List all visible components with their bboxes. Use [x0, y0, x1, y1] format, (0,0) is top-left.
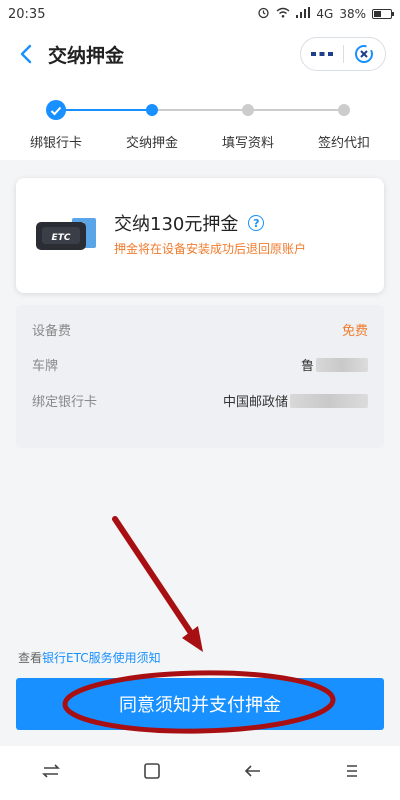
step-progress: 绑银行卡 交纳押金 填写资料 签约代扣	[0, 80, 400, 160]
nav-bar: 交纳押金	[0, 28, 400, 80]
etc-label: ETC	[52, 233, 71, 243]
masked-plate	[316, 357, 368, 372]
step-label: 绑银行卡	[29, 136, 82, 151]
back-icon[interactable]	[14, 42, 38, 66]
agree-and-pay-button[interactable]: 同意须知并支付押金	[16, 678, 384, 730]
step-label: 签约代扣	[317, 136, 370, 151]
detail-label: 绑定银行卡	[32, 395, 98, 410]
recent-apps-icon[interactable]	[41, 763, 61, 783]
close-mini-program-icon[interactable]	[344, 38, 386, 70]
signal-icon	[296, 7, 311, 21]
detail-label: 车牌	[32, 359, 59, 374]
wifi-icon	[276, 7, 290, 21]
battery-icon	[372, 9, 394, 19]
order-details: 设备费 免费 车牌 鲁 绑定银行卡 中国邮政储	[16, 305, 384, 448]
step-label: 交纳押金	[125, 136, 178, 151]
page-title: 交纳押金	[48, 44, 125, 67]
status-bar: 20:35 4G 38%	[0, 0, 400, 28]
detail-value: 免费	[341, 324, 368, 339]
detail-value: 鲁	[300, 359, 314, 374]
deposit-title: 交纳130元押金	[114, 214, 239, 235]
step-current-marker	[146, 104, 158, 116]
home-icon[interactable]	[143, 762, 161, 784]
detail-value: 中国邮政储	[222, 395, 288, 410]
mini-program-capsule	[300, 37, 386, 71]
agreement-prefix: 查看	[18, 651, 43, 665]
detail-row: 设备费 免费	[32, 320, 368, 339]
step-done-marker	[46, 100, 66, 120]
detail-label: 设备费	[32, 324, 72, 339]
deposit-note: 押金将在设备安装成功后退回原账户	[114, 242, 307, 256]
deposit-card: ETC 交纳130元押金 ? 押金将在设备安装成功后退回原账户	[16, 178, 384, 293]
step-pending-marker	[338, 104, 350, 116]
menu-icon[interactable]	[345, 763, 359, 783]
masked-card-number	[290, 393, 368, 408]
system-nav-bar	[0, 746, 400, 800]
detail-row: 车牌 鲁	[32, 355, 368, 374]
more-icon[interactable]	[301, 38, 343, 70]
check-icon	[50, 101, 62, 120]
step-pending-marker	[242, 104, 254, 116]
back-nav-icon[interactable]	[243, 763, 263, 783]
annotation-arrow	[112, 516, 203, 652]
etc-device-image: ETC	[36, 216, 98, 252]
agreement-link[interactable]: 银行ETC服务使用须知	[42, 651, 161, 665]
agreement-text: 查看银行ETC服务使用须知	[18, 649, 161, 666]
network-type: 4G	[316, 7, 334, 21]
alarm-icon	[257, 6, 270, 22]
battery-percent: 38%	[339, 7, 366, 21]
status-time: 20:35	[8, 6, 46, 22]
step-label: 填写资料	[221, 136, 274, 151]
detail-row: 绑定银行卡 中国邮政储	[32, 391, 368, 410]
help-icon[interactable]: ?	[248, 215, 265, 231]
